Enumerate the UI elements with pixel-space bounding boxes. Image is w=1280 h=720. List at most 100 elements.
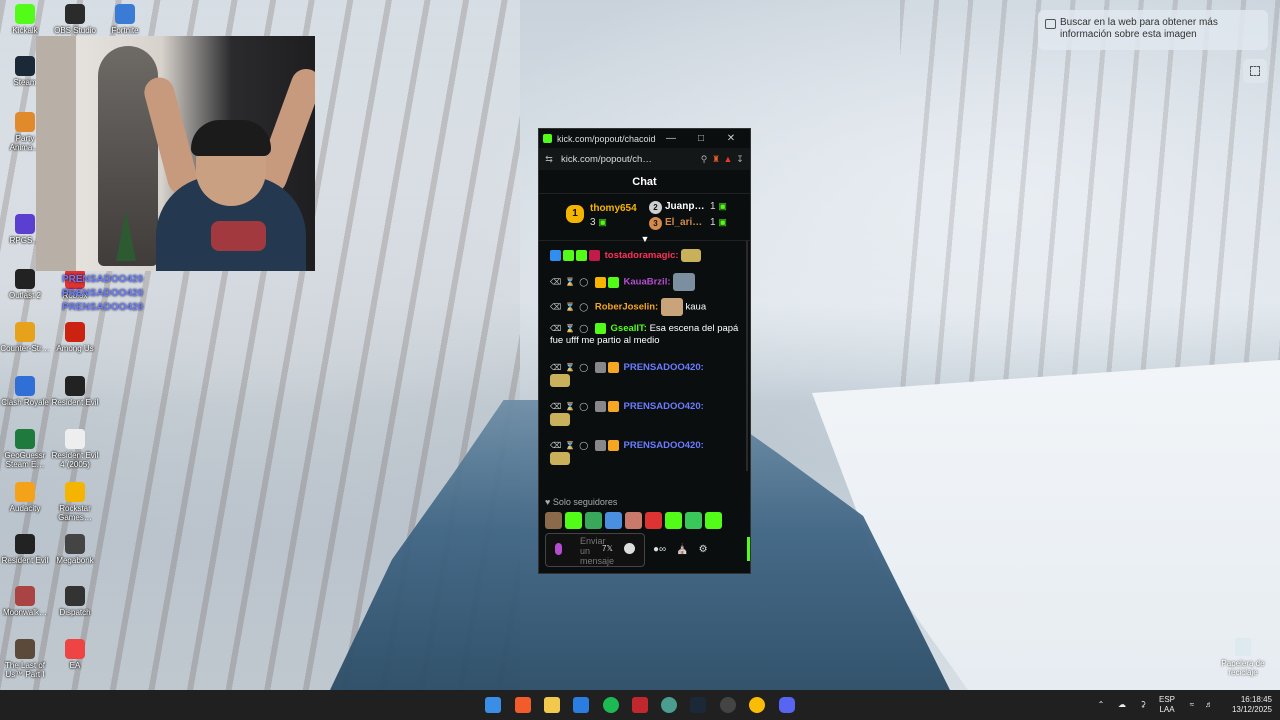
- chat-username[interactable]: PRENSADOO420:: [624, 401, 704, 412]
- leader-name-3[interactable]: El_ari…: [665, 217, 702, 228]
- desktop-icon[interactable]: Rockstar Games…: [50, 482, 100, 522]
- emote-quick-icon[interactable]: [685, 512, 702, 529]
- desktop-icon-label: Dispatch: [59, 608, 91, 617]
- language-indicator[interactable]: ESP LAA: [1156, 690, 1178, 720]
- leader-name-1[interactable]: thomy654: [590, 203, 637, 214]
- send-button[interactable]: [747, 537, 750, 561]
- emote-quick-icon[interactable]: [705, 512, 722, 529]
- visual-search-button[interactable]: [1243, 59, 1267, 83]
- desktop-icon[interactable]: Kickalk: [0, 4, 50, 35]
- site-settings-icon[interactable]: ⇆: [543, 154, 555, 165]
- bing-icon[interactable]: [573, 697, 589, 713]
- desktop-icon[interactable]: GeoGuessr Steam E…: [0, 429, 50, 469]
- emote-quick-icon[interactable]: [545, 512, 562, 529]
- chat-scrollbar[interactable]: [746, 241, 748, 471]
- app-icon[interactable]: [632, 697, 648, 713]
- desktop-icon[interactable]: Among Us: [50, 322, 100, 353]
- desktop-icon[interactable]: Audacity: [0, 482, 50, 513]
- settings-gear-icon[interactable]: ⚙: [699, 544, 708, 555]
- chat-message: ⌫⌛◯ PRENSADOO420:: [550, 362, 742, 388]
- desktop-icon[interactable]: Megabonk: [50, 534, 100, 565]
- mod-tools-icon[interactable]: ⌫⌛◯: [550, 278, 592, 287]
- close-button[interactable]: ✕: [716, 133, 746, 144]
- app-icon: [15, 376, 35, 396]
- rank-1-badge: 1: [566, 205, 584, 223]
- emoji-icon[interactable]: [624, 543, 635, 554]
- url-text[interactable]: kick.com/popout/ch…: [555, 154, 698, 165]
- steam-icon[interactable]: [690, 697, 706, 713]
- tray-mic-icon[interactable]: ⚳: [1136, 690, 1150, 720]
- tray-cloud-icon[interactable]: ☁: [1115, 690, 1129, 720]
- desktop-icon[interactable]: Resident Evil: [50, 376, 100, 407]
- sponge-emote-icon: [550, 452, 570, 466]
- face-emote-icon: [660, 298, 683, 316]
- brave-browser-icon[interactable]: [515, 697, 531, 713]
- emote-quick-icon[interactable]: [665, 512, 682, 529]
- chat-username[interactable]: PRENSADOO420:: [624, 440, 704, 451]
- desktop-icon[interactable]: Moonwalk…: [0, 586, 50, 617]
- minimize-button[interactable]: —: [656, 133, 686, 144]
- desktop-icon[interactable]: The Last of Us™ Part I: [0, 639, 50, 679]
- chrome-icon[interactable]: [749, 697, 765, 713]
- start-windows-icon[interactable]: [485, 697, 501, 713]
- chat-username[interactable]: PRENSADOO420:: [624, 362, 704, 373]
- brave-shield-icon[interactable]: ♜: [710, 154, 722, 165]
- desktop-icon[interactable]: Resident Evil 4 (2005): [50, 429, 100, 469]
- app-icon: [65, 482, 85, 502]
- chat-input[interactable]: Enviar un mensaje 7𝕏: [545, 533, 645, 567]
- chat-username[interactable]: GsealIT:: [611, 323, 647, 334]
- maximize-button[interactable]: □: [686, 133, 716, 144]
- clock-date: 13/12/2025: [1231, 705, 1272, 714]
- desktop-icon-label: Moonwalk…: [2, 608, 47, 617]
- wifi-icon[interactable]: ≈: [1185, 690, 1199, 720]
- leader-name-2[interactable]: Juanp…: [665, 201, 704, 212]
- desktop-icon[interactable]: Clash Royale: [0, 376, 50, 407]
- obs-icon[interactable]: [720, 697, 736, 713]
- emote-quick-icon[interactable]: [625, 512, 642, 529]
- desktop-icon[interactable]: EA: [50, 639, 100, 670]
- emote-quick-icon[interactable]: [605, 512, 622, 529]
- tray-chevron-icon[interactable]: ⌃: [1094, 690, 1108, 720]
- app-icon: [115, 4, 135, 24]
- store-icon[interactable]: ⛪: [676, 544, 688, 555]
- spotify-icon[interactable]: [603, 697, 619, 713]
- mod-tools-icon[interactable]: ⌫⌛◯: [550, 441, 592, 450]
- overlay-username: PRENSADOO420: [62, 274, 144, 285]
- clock[interactable]: 16:18:45 13/12/2025: [1222, 690, 1272, 720]
- file-explorer-icon[interactable]: [544, 697, 560, 713]
- globe-icon[interactable]: [661, 697, 677, 713]
- chat-username[interactable]: RoberJoselin:: [595, 302, 658, 313]
- mod-tools-icon[interactable]: ⌫⌛◯: [550, 402, 592, 411]
- clock-time: 16:18:45: [1240, 695, 1272, 704]
- emote-quick-icon[interactable]: [645, 512, 662, 529]
- 7tv-emote-icon[interactable]: 7𝕏: [602, 544, 613, 553]
- desktop-icon[interactable]: Resident Evil: [0, 534, 50, 565]
- desktop-icon[interactable]: Dispatch: [50, 586, 100, 617]
- mod-tools-icon[interactable]: ⌫⌛◯: [550, 363, 592, 372]
- chat-username[interactable]: KauaBrzil:: [624, 277, 671, 288]
- desktop-icon[interactable]: Fortnite: [100, 4, 150, 35]
- mod-tools-icon[interactable]: ⌫⌛◯: [550, 324, 592, 333]
- download-icon[interactable]: ↧: [734, 154, 746, 165]
- chat-text: kaua: [685, 301, 707, 313]
- chat-message: tostadoramagic:: [550, 249, 742, 262]
- zoom-icon[interactable]: ⚲: [698, 154, 710, 165]
- emote-quick-icon[interactable]: [585, 512, 602, 529]
- desktop-icon[interactable]: Counter-Str…: [0, 322, 50, 353]
- emote-quick-icon[interactable]: [565, 512, 582, 529]
- share-icon[interactable]: ●∞: [653, 544, 666, 555]
- desktop-icon[interactable]: Outlast 2: [0, 269, 50, 300]
- desktop-icon-label: Clash Royale: [1, 398, 49, 407]
- volume-icon[interactable]: ♬: [1202, 690, 1216, 720]
- discord-icon[interactable]: [779, 697, 795, 713]
- microphone-icon[interactable]: [555, 543, 562, 555]
- visual-search-hint[interactable]: Buscar en la web para obtener más inform…: [1038, 10, 1268, 50]
- desktop-icon[interactable]: OBS Studio: [50, 4, 100, 35]
- webcam-headphones: [191, 120, 271, 156]
- chat-username[interactable]: tostadoramagic:: [605, 250, 679, 261]
- app-icon: [65, 322, 85, 342]
- brave-rewards-icon[interactable]: ▲: [722, 154, 734, 164]
- mod-tools-icon[interactable]: ⌫⌛◯: [550, 303, 592, 312]
- recycle-bin[interactable]: Papelera de reciclaje: [1218, 638, 1268, 677]
- 7tv-badge-icon: [607, 362, 619, 373]
